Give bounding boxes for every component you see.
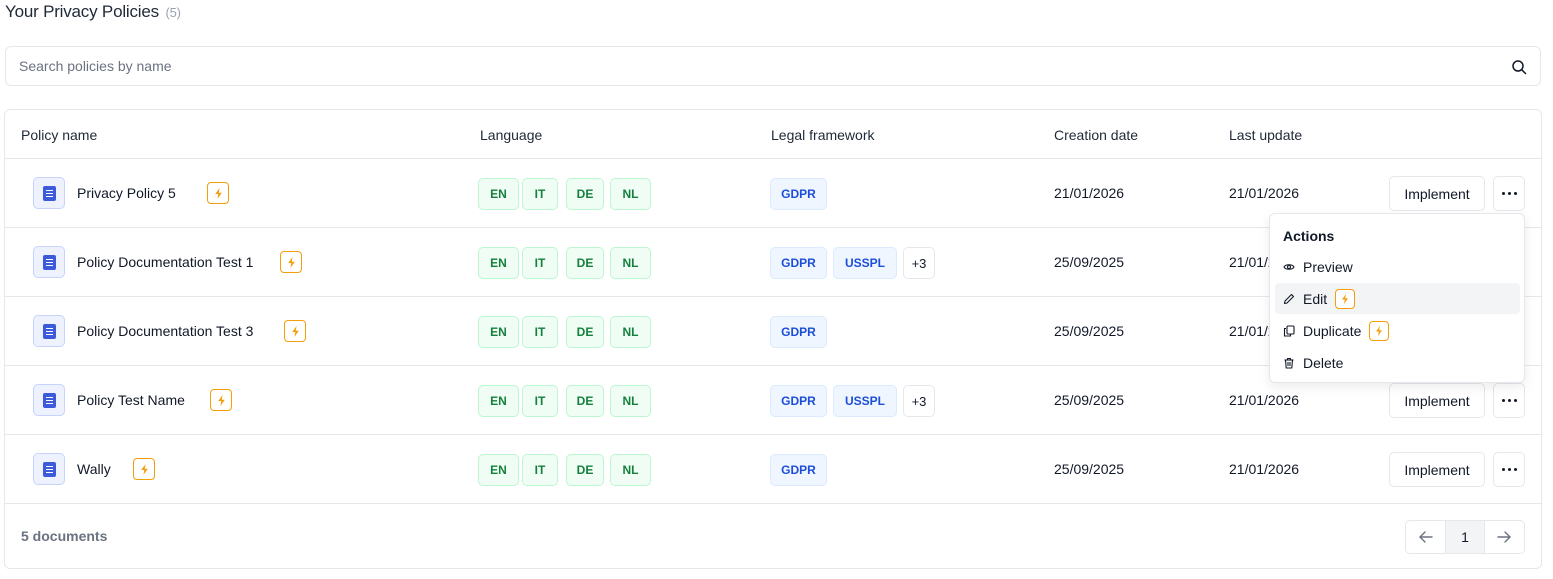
document-icon [33, 315, 65, 347]
premium-bolt-icon [284, 320, 306, 342]
language-badge: NL [610, 316, 651, 348]
search-input[interactable] [6, 47, 1540, 85]
search-bar [5, 46, 1541, 86]
last-update-date: 21/01/2026 [1229, 185, 1300, 201]
creation-date: 25/09/2025 [1054, 392, 1125, 408]
language-badge: DE [566, 178, 604, 210]
language-badge: IT [522, 247, 558, 279]
policy-name[interactable]: Policy Test Name [77, 392, 185, 408]
pagination: 1 [1405, 520, 1525, 554]
page-number-button[interactable]: 1 [1445, 521, 1485, 553]
documents-count: 5 documents [21, 528, 108, 544]
table-header: Policy name Language Legal framework Cre… [5, 110, 1541, 159]
premium-bolt-icon [207, 182, 229, 204]
menu-item-preview[interactable]: Preview [1275, 251, 1520, 282]
language-badge: EN [478, 247, 519, 279]
copy-icon [1283, 324, 1295, 337]
column-header-legal-framework: Legal framework [771, 127, 875, 143]
arrow-right-icon [1497, 531, 1512, 543]
creation-date: 21/01/2026 [1054, 185, 1125, 201]
language-badge: IT [522, 316, 558, 348]
document-icon [33, 177, 65, 209]
language-badge: NL [610, 385, 651, 417]
language-badge: IT [522, 178, 558, 210]
premium-bolt-icon [1369, 320, 1390, 341]
policy-name[interactable]: Policy Documentation Test 1 [77, 254, 253, 270]
pencil-icon [1283, 293, 1295, 305]
more-frameworks-badge[interactable]: +3 [903, 385, 935, 417]
premium-bolt-icon [1335, 288, 1356, 309]
page-title: Your Privacy Policies (5) [5, 2, 181, 22]
menu-item-label: Preview [1303, 258, 1353, 275]
creation-date: 25/09/2025 [1054, 323, 1125, 339]
language-badge: NL [610, 178, 651, 210]
menu-item-edit[interactable]: Edit [1275, 283, 1520, 314]
more-dots-icon [1501, 399, 1505, 402]
more-dots-icon [1501, 192, 1505, 195]
document-icon [33, 246, 65, 278]
language-badge: EN [478, 316, 519, 348]
framework-badge: USSPL [833, 247, 897, 279]
language-badge: DE [566, 454, 604, 486]
language-badge: NL [610, 247, 651, 279]
column-header-policy-name: Policy name [21, 127, 98, 143]
language-badge: IT [522, 454, 558, 486]
language-badge: IT [522, 385, 558, 417]
language-badge: DE [566, 385, 604, 417]
last-update-date: 21/01/2026 [1229, 392, 1300, 408]
policy-name[interactable]: Wally [77, 461, 111, 477]
framework-badge: GDPR [770, 178, 827, 210]
row-actions-button[interactable] [1493, 176, 1525, 211]
premium-bolt-icon [280, 251, 302, 273]
column-header-creation-date: Creation date [1054, 127, 1139, 143]
more-dots-icon [1501, 468, 1505, 471]
menu-item-label: Edit [1303, 290, 1328, 307]
actions-menu-title: Actions [1283, 228, 1335, 244]
framework-badge: GDPR [770, 247, 827, 279]
menu-item-duplicate[interactable]: Duplicate [1275, 315, 1520, 346]
page-title-text: Your Privacy Policies [5, 2, 159, 21]
eye-icon [1283, 261, 1295, 273]
previous-page-button[interactable] [1406, 521, 1445, 553]
column-header-language: Language [480, 127, 543, 143]
language-badge: EN [478, 385, 519, 417]
menu-item-label: Delete [1303, 354, 1344, 371]
framework-badge: GDPR [770, 385, 827, 417]
framework-badge: USSPL [833, 385, 897, 417]
implement-button[interactable]: Implement [1389, 452, 1485, 487]
table-row[interactable]: Wally EN IT DE NL GDPR 25/09/2025 21/01/2026 Imp… [5, 435, 1541, 504]
language-badge: EN [478, 178, 519, 210]
more-frameworks-badge[interactable]: +3 [903, 247, 935, 279]
implement-button[interactable]: Implement [1389, 383, 1485, 418]
next-page-button[interactable] [1485, 521, 1524, 553]
search-icon[interactable] [1511, 59, 1527, 75]
document-icon [33, 453, 65, 485]
menu-item-delete[interactable]: Delete [1275, 347, 1520, 378]
language-badge: EN [478, 454, 519, 486]
document-icon [33, 384, 65, 416]
premium-bolt-icon [133, 458, 155, 480]
menu-item-label: Duplicate [1303, 322, 1362, 339]
language-badge: DE [566, 316, 604, 348]
column-header-last-update: Last update [1229, 127, 1303, 143]
last-update-date: 21/01/2026 [1229, 461, 1300, 477]
policy-count: (5) [165, 5, 181, 20]
policy-name[interactable]: Policy Documentation Test 3 [77, 323, 253, 339]
row-actions-button[interactable] [1493, 452, 1525, 487]
language-badge: NL [610, 454, 651, 486]
policy-name[interactable]: Privacy Policy 5 [77, 185, 176, 201]
arrow-left-icon [1418, 531, 1433, 543]
trash-icon [1283, 357, 1295, 369]
actions-menu: Actions Preview Edit Duplicate Delete [1269, 213, 1525, 383]
premium-bolt-icon [210, 389, 232, 411]
row-actions-button[interactable] [1493, 383, 1525, 418]
language-badge: DE [566, 247, 604, 279]
creation-date: 25/09/2025 [1054, 461, 1125, 477]
creation-date: 25/09/2025 [1054, 254, 1125, 270]
framework-badge: GDPR [770, 454, 827, 486]
framework-badge: GDPR [770, 316, 827, 348]
implement-button[interactable]: Implement [1389, 176, 1485, 211]
